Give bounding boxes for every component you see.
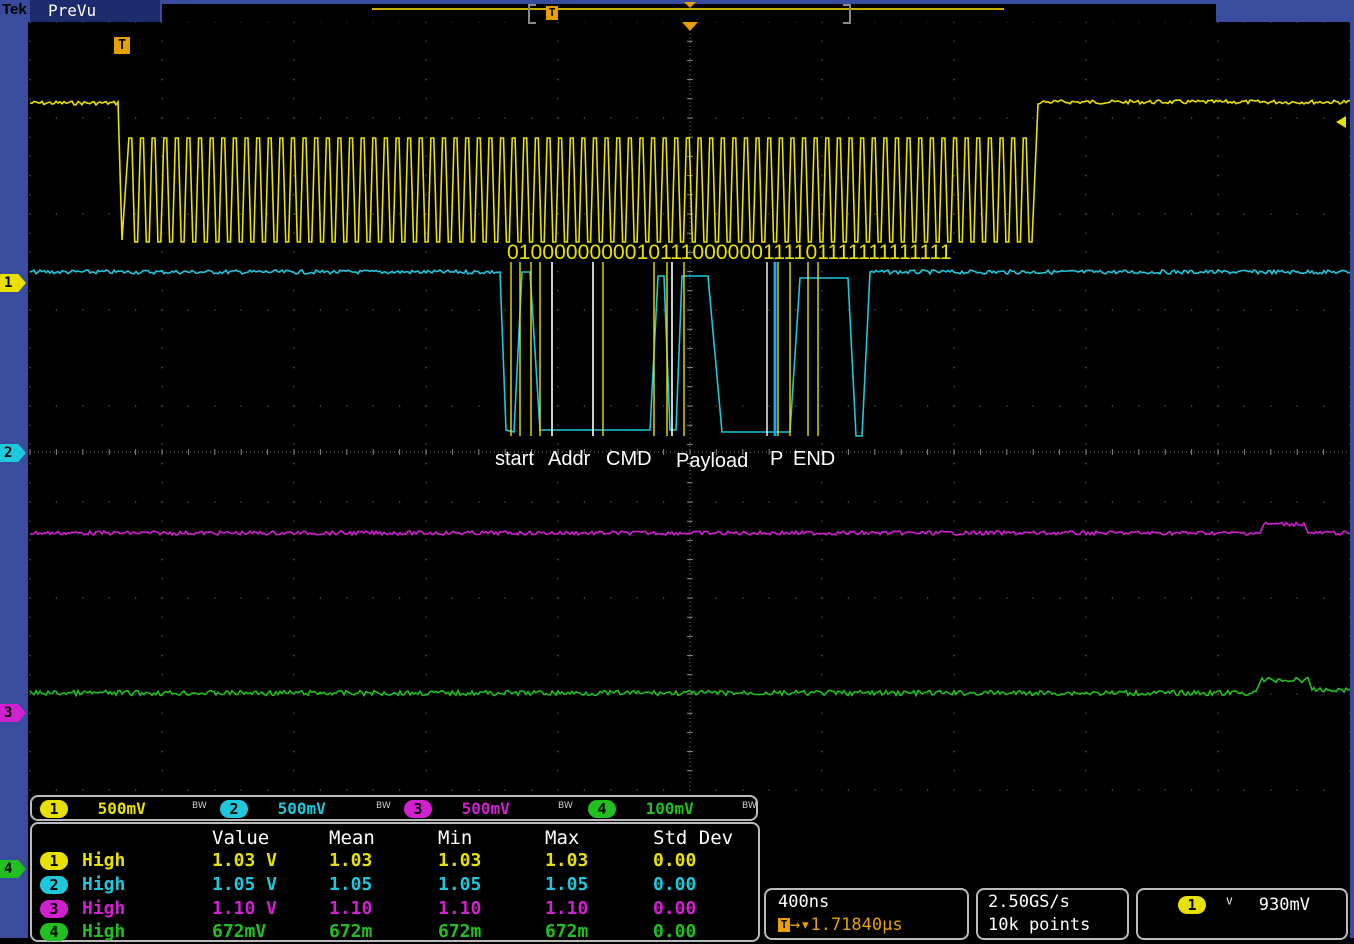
row-ch2-badge: 2 (40, 876, 68, 894)
table-row[interactable]: 1 High 1.03 V 1.03 1.03 1.03 0.00 (32, 849, 758, 873)
row-value: 672mV (212, 921, 267, 942)
row-name: High (82, 898, 126, 919)
row-name: High (82, 874, 126, 895)
record-view-line (372, 8, 1004, 10)
row-mean: 1.10 (329, 898, 373, 919)
row-std: 0.00 (653, 898, 697, 919)
row-value: 1.10 V (212, 898, 278, 919)
ch3-bw-icon: BW (558, 801, 573, 811)
timebase-position: T →▾1.71840µs (778, 915, 903, 935)
acquisition-mode[interactable]: PreVu (30, 0, 160, 22)
trigger-level: 930mV (1258, 895, 1310, 915)
trigger-source-badge: 1 (1178, 896, 1206, 914)
row-max: 1.03 (545, 850, 589, 871)
row-value: 1.05 V (212, 874, 278, 895)
table-row[interactable]: 3 High 1.10 V 1.10 1.10 1.10 0.00 (32, 897, 758, 921)
row-std: 0.00 (653, 850, 697, 871)
row-min: 1.10 (438, 898, 482, 919)
center-time-marker (682, 22, 698, 31)
timebase-position-value: 1.71840µs (810, 915, 903, 935)
ch2-scale: 500mV (277, 799, 326, 818)
ch4-scale: 100mV (645, 799, 694, 818)
sample-rate: 2.50GS/s (988, 892, 1070, 912)
col-header-std-dev: Std Dev (653, 827, 734, 849)
ch4-settings[interactable]: 4 100mV (588, 799, 694, 819)
record-length: 10k points (988, 915, 1091, 935)
field-label-start: start (495, 448, 534, 470)
row-max: 1.10 (545, 898, 589, 919)
row-mean: 1.03 (329, 850, 373, 871)
record-bracket-right (843, 4, 851, 24)
row-max: 1.05 (545, 874, 589, 895)
ch2-badge: 2 (220, 800, 248, 818)
row-ch3-badge: 3 (40, 900, 68, 918)
record-center-marker (684, 2, 696, 8)
col-header-min: Min (438, 827, 473, 849)
trigger-position-icon-small: T (778, 918, 790, 932)
trigger-box[interactable]: 1 ⱽ 930mV (1136, 888, 1348, 940)
ch1-scale: 500mV (97, 799, 146, 818)
row-std: 0.00 (653, 874, 697, 895)
ch3-settings[interactable]: 3 500mV (404, 799, 510, 819)
falling-edge-icon: ⱽ (1224, 895, 1235, 915)
horizontal-timebase-box[interactable]: 400ns T →▾1.71840µs (764, 888, 969, 940)
top-status-bar: Tek PreVu T (0, 0, 1354, 24)
table-row[interactable]: 2 High 1.05 V 1.05 1.05 1.05 0.00 (32, 873, 758, 897)
ch3-scale: 500mV (461, 799, 510, 818)
ch1-badge: 1 (40, 800, 68, 818)
channel-settings-bar[interactable]: 1 500mV BW 2 500mV BW 3 500mV BW 4 100mV… (30, 795, 758, 821)
measurement-table[interactable]: Value Mean Min Max Std Dev 1 High 1.03 V… (30, 822, 760, 942)
trigger-level-marker[interactable] (1336, 116, 1346, 128)
right-edge-bar (1350, 22, 1354, 938)
field-label-addr: Addr (548, 448, 591, 470)
ch3-trace (29, 521, 1351, 537)
row-ch1-badge: 1 (40, 852, 68, 870)
ch1-bw-icon: BW (192, 801, 207, 811)
arrow-icon: →▾ (790, 915, 811, 935)
row-min: 1.05 (438, 874, 482, 895)
ch2-settings[interactable]: 2 500mV (220, 799, 326, 819)
trigger-info: 1 ⱽ 930mV (1178, 895, 1310, 915)
table-row[interactable]: 4 High 672mV 672m 672m 672m 0.00 (32, 920, 758, 944)
ch3-badge: 3 (404, 800, 432, 818)
col-header-value: Value (212, 827, 270, 849)
acquisition-box[interactable]: 2.50GS/s 10k points (976, 888, 1129, 940)
row-mean: 672m (329, 921, 373, 942)
row-min: 672m (438, 921, 482, 942)
row-name: High (82, 921, 126, 942)
col-header-max: Max (545, 827, 580, 849)
channel-marker-bar (0, 22, 28, 938)
row-ch4-badge: 4 (40, 923, 68, 941)
row-min: 1.03 (438, 850, 482, 871)
row-std: 0.00 (653, 921, 697, 942)
ch1-trace (29, 98, 1351, 243)
timebase-scale: 400ns (778, 892, 830, 912)
row-max: 672m (545, 921, 589, 942)
field-label-p: P (770, 448, 784, 470)
ch4-bw-icon: BW (742, 801, 757, 811)
record-trigger-marker: T (546, 6, 558, 20)
row-mean: 1.05 (329, 874, 373, 895)
col-header-mean: Mean (329, 827, 375, 849)
row-value: 1.03 V (212, 850, 278, 871)
decoded-bit-string: 0100000000010111000000111101111111111111 (507, 241, 952, 264)
row-name: High (82, 850, 126, 871)
field-label-end: END (793, 448, 836, 470)
record-bracket-left (528, 4, 536, 24)
ch2-bw-icon: BW (376, 801, 391, 811)
trigger-position-icon[interactable]: T (114, 37, 130, 54)
field-label-cmd: CMD (606, 448, 652, 470)
ch1-settings[interactable]: 1 500mV (40, 799, 146, 819)
brand-logo: Tek (2, 1, 27, 18)
field-label-payload: Payload (676, 450, 749, 472)
ch4-badge: 4 (588, 800, 616, 818)
